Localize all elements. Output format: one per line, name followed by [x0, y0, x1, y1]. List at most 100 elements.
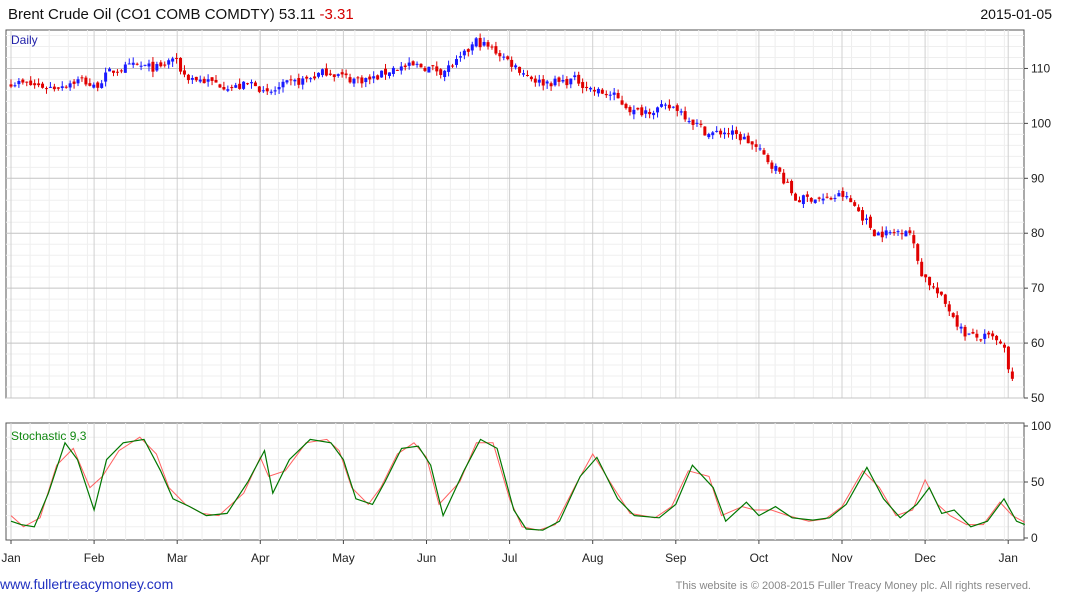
candle-body [360, 77, 364, 84]
x-tick-label: Jul [502, 551, 517, 565]
candle-body [608, 94, 612, 96]
candle-body [478, 37, 482, 48]
candle-body [549, 83, 553, 87]
candle-body [955, 315, 959, 327]
candle-body [825, 196, 829, 198]
candle-body [328, 73, 332, 75]
candle-body [368, 76, 372, 80]
candle-body [431, 65, 435, 67]
candle-body [624, 103, 628, 109]
candle-body [451, 65, 455, 67]
candle-body [675, 105, 679, 111]
candle-body [482, 41, 486, 46]
candle-body [344, 73, 348, 76]
candle-body [108, 68, 112, 72]
candle-body [518, 66, 522, 73]
candle-body [904, 231, 908, 237]
candle-body [332, 74, 336, 78]
candle-body [88, 83, 92, 86]
candle-body [727, 133, 731, 135]
x-tick-label: Nov [831, 551, 852, 565]
candle-body [833, 197, 837, 199]
candle-body [829, 197, 833, 200]
price-panel-label: Daily [11, 33, 38, 47]
site-link[interactable]: www.fullertreacymoney.com [0, 576, 173, 592]
candle-body [313, 76, 317, 79]
candle-body [557, 77, 561, 82]
candle-body [84, 77, 88, 85]
candle-body [336, 74, 340, 76]
candle-body [573, 75, 577, 78]
candle-body [454, 59, 458, 65]
price-y-tick-label: 110 [1031, 61, 1050, 75]
candle-body [797, 200, 801, 203]
candle-body [979, 339, 983, 341]
candle-body [462, 50, 466, 56]
candle-body [995, 335, 999, 341]
candle-body [76, 79, 80, 84]
candle-body [656, 107, 660, 113]
candle-body [864, 218, 868, 220]
candle-body [868, 216, 872, 228]
candle-body [652, 112, 656, 116]
candle-body [119, 70, 123, 72]
candle-body [723, 132, 727, 135]
candle-body [951, 313, 955, 318]
x-tick-label: Mar [167, 551, 188, 565]
candle-body [340, 72, 344, 75]
candle-body [246, 83, 250, 85]
candle-body [364, 78, 368, 83]
stochastic-panel-label: Stochastic 9,3 [11, 429, 87, 443]
candle-body [163, 64, 167, 66]
candle-body [171, 58, 175, 62]
price-y-tick-label: 100 [1031, 116, 1051, 130]
x-tick-label: Dec [914, 551, 935, 565]
candle-body [139, 65, 143, 67]
candle-body [738, 134, 742, 141]
candle-body [179, 57, 183, 72]
candle-body [553, 78, 557, 86]
candle-body [612, 92, 616, 95]
candle-body [265, 88, 269, 92]
candle-body [143, 64, 147, 66]
candle-body [238, 83, 242, 89]
x-tick-label: Oct [750, 551, 769, 565]
x-tick-label: Sep [665, 551, 687, 565]
candle-body [96, 82, 100, 88]
candle-body [932, 286, 936, 288]
candle-body [853, 202, 857, 206]
candle-body [533, 78, 537, 83]
candle-body [372, 76, 376, 79]
candle-body [920, 261, 924, 277]
candle-body [60, 86, 64, 89]
candle-body [112, 70, 116, 73]
candle-body [640, 107, 644, 116]
candle-body [293, 79, 297, 82]
candle-body [817, 197, 821, 199]
candle-body [939, 291, 943, 295]
candle-body [707, 134, 711, 138]
candle-body [486, 42, 490, 47]
candle-body [301, 78, 305, 85]
candle-body [466, 49, 470, 52]
candle-body [72, 81, 76, 84]
candle-body [762, 150, 766, 155]
candle-body [399, 66, 403, 71]
candle-body [21, 79, 25, 83]
candle-body [494, 46, 498, 54]
candle-body [352, 78, 356, 84]
candle-body [912, 235, 916, 244]
candle-body [935, 287, 939, 294]
candle-body [849, 198, 853, 203]
candle-body [376, 75, 380, 80]
candle-body [592, 89, 596, 92]
candle-body [52, 86, 56, 90]
candle-body [490, 46, 494, 48]
candle-body [249, 82, 253, 84]
candle-body [439, 69, 443, 75]
candle-body [206, 79, 210, 82]
candle-body [68, 83, 72, 88]
copyright-notice: This website is © 2008-2015 Fuller Treac… [675, 580, 1031, 592]
candle-body [742, 136, 746, 140]
candle-body [719, 130, 723, 135]
